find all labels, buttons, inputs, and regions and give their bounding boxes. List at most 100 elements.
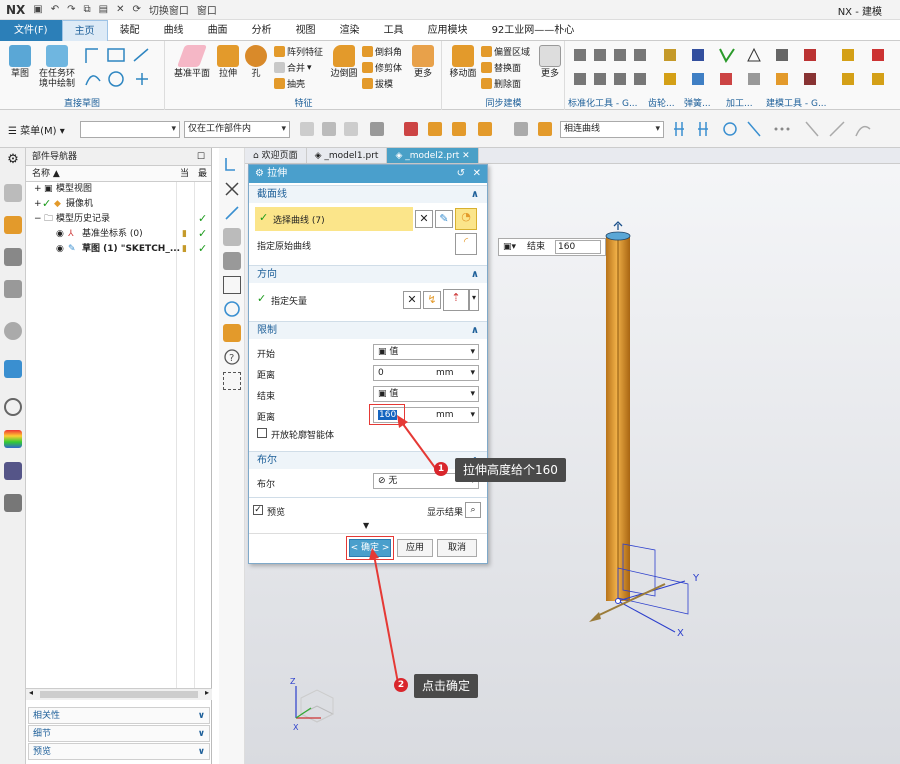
web-browser-icon[interactable] <box>4 360 22 378</box>
end-type-combo[interactable]: ▣ 值 <box>373 386 479 402</box>
body-filter-icon[interactable] <box>428 122 442 136</box>
sketch-curve-icons[interactable] <box>82 45 158 89</box>
reuse-library-icon[interactable] <box>4 280 22 298</box>
view-triad[interactable]: Z X <box>290 677 335 732</box>
open-profile-checkbox[interactable] <box>257 428 267 438</box>
show-result-button[interactable]: ⌕ <box>465 502 481 518</box>
select-curve-row[interactable]: ✓ 选择曲线 (7) <box>255 207 413 231</box>
preview-checkbox[interactable]: ✓ <box>253 505 263 515</box>
trim-body-button[interactable]: 修剪体 <box>362 61 402 74</box>
scroll-left-icon[interactable]: ◂ <box>29 688 33 697</box>
snapshot-icon[interactable] <box>223 372 241 390</box>
part-navigator-icon[interactable] <box>4 248 22 266</box>
apply-button[interactable]: 应用 <box>397 539 433 557</box>
tab-tools[interactable]: 工具 <box>372 20 416 41</box>
tree-row-history[interactable]: − 🗀 模型历史记录 ✓ <box>26 212 211 227</box>
tab-model1[interactable]: ◈ _model1.prt <box>307 148 388 163</box>
deselect-curve-button[interactable]: ✕ <box>415 210 433 228</box>
tab-curve[interactable]: 曲线 <box>152 20 196 41</box>
chamfer-button[interactable]: 倒斜角 <box>362 45 402 58</box>
offset-region-button[interactable]: 偏置区域 <box>481 45 530 58</box>
origin-curve-button[interactable]: ◜ <box>455 233 477 255</box>
curve-rule-combo[interactable]: 相连曲线 <box>560 121 664 138</box>
col-latest[interactable]: 最 <box>198 166 207 182</box>
vector-dialog-button[interactable]: ↯ <box>423 291 441 309</box>
tab-home[interactable]: 主页 <box>61 20 108 41</box>
eye-icon[interactable]: ◉ <box>56 242 64 257</box>
undo-icon[interactable]: ↶ <box>49 4 61 15</box>
type-filter-combo[interactable] <box>80 121 180 138</box>
funnel-active-icon[interactable] <box>370 122 384 136</box>
delete-icon[interactable]: ✕ <box>114 4 126 15</box>
tab-surface[interactable]: 曲面 <box>196 20 240 41</box>
delete-face-button[interactable]: 删除面 <box>481 77 521 90</box>
inferred-vector-button[interactable]: ⇡ <box>443 289 469 311</box>
extrude-button[interactable]: 拉伸 <box>214 45 242 79</box>
expand-icon[interactable]: + <box>34 197 42 212</box>
palette-icon[interactable] <box>4 430 22 448</box>
tab-model2[interactable]: ◈ _model2.prt ✕ <box>387 148 479 163</box>
history-icon[interactable] <box>4 322 22 340</box>
tree-row-model-views[interactable]: + ▣ 模型视图 <box>26 182 211 197</box>
system-scene-icon[interactable] <box>4 494 22 512</box>
section-limits-header[interactable]: 限制 <box>249 321 487 340</box>
filter2-icon[interactable] <box>322 122 336 136</box>
constraint-navigator-icon[interactable] <box>4 216 22 234</box>
gc-toolkit-icons[interactable] <box>572 47 896 93</box>
direction-arrow-icon[interactable] <box>613 221 623 230</box>
circle-icon[interactable] <box>223 300 241 318</box>
tab-welcome[interactable]: ⌂ 欢迎页面 <box>245 148 307 163</box>
more-options-icon[interactable]: ▼ <box>363 521 369 530</box>
rod-top-face[interactable] <box>605 231 631 241</box>
reset-icon[interactable]: ↺ <box>457 165 465 183</box>
check-icon[interactable]: ✓ <box>42 196 51 211</box>
tree-row-camera[interactable]: + ✓ ◆ 摄像机 <box>26 197 211 212</box>
sketch-in-task-button[interactable]: 在任务环 境中绘制 <box>36 45 78 89</box>
shape-icon[interactable] <box>223 252 241 270</box>
shell-button[interactable]: 抽壳 <box>274 77 305 90</box>
maximize-icon[interactable]: ☐ <box>197 148 205 166</box>
window-menu-button[interactable]: 窗口 <box>195 2 219 17</box>
move-face-button[interactable]: 移动面 <box>447 45 479 79</box>
tab-assembly[interactable]: 装配 <box>108 20 152 41</box>
tree-row-datum-csys[interactable]: ◉ ⅄ 基准坐标系 (0) ▮ ✓ <box>26 227 211 242</box>
curve-section-button[interactable]: ◔ <box>455 208 477 230</box>
tab-custom[interactable]: 92工业网——朴心 <box>480 20 587 41</box>
face-filter-icon[interactable] <box>452 122 466 136</box>
tab-file[interactable]: 文件(F) <box>0 20 62 41</box>
horizontal-scrollbar[interactable]: ◂ ▸ <box>26 688 212 700</box>
close-icon[interactable]: ✕ <box>459 151 470 161</box>
offset-curve-icon[interactable] <box>223 276 241 294</box>
col-name[interactable]: 名称 ▲ <box>32 166 60 182</box>
col-current[interactable]: 当 <box>180 166 189 182</box>
sketch-section-button[interactable]: ✎ <box>435 210 453 228</box>
cross-icon[interactable] <box>223 180 241 198</box>
edge-blend-button[interactable]: 边倒圆 <box>328 45 360 79</box>
settings-icon[interactable] <box>223 324 241 342</box>
redo-icon[interactable]: ↷ <box>65 4 77 15</box>
close-icon[interactable]: ✕ <box>473 165 481 183</box>
switch-window-button[interactable]: 切换窗口 <box>147 2 191 17</box>
tab-render[interactable]: 渲染 <box>328 20 372 41</box>
funnel-icon[interactable] <box>344 122 358 136</box>
snap-point-icons[interactable] <box>672 118 896 140</box>
more-sync-button[interactable]: 更多 <box>537 45 563 79</box>
tab-applications[interactable]: 应用模块 <box>416 20 480 41</box>
cancel-button[interactable]: 取消 <box>437 539 477 557</box>
tab-analysis[interactable]: 分析 <box>240 20 284 41</box>
section-direction-header[interactable]: 方向 <box>249 265 487 284</box>
scroll-thumb[interactable] <box>40 691 198 698</box>
eye-icon[interactable]: ◉ <box>56 227 64 242</box>
vector-dropdown-icon[interactable]: ▾ <box>469 289 479 311</box>
save-icon[interactable]: ▣ <box>31 4 44 15</box>
start-distance-input[interactable]: 0 mm <box>373 365 479 381</box>
assembly-navigator-icon[interactable] <box>4 184 22 202</box>
section-boolean-header[interactable]: 布尔 <box>249 451 487 470</box>
x-axis[interactable] <box>617 600 676 633</box>
sketch-button[interactable]: 草图 <box>6 45 34 79</box>
menu-button[interactable]: ☰ 菜单(M) ▾ <box>8 122 65 137</box>
datum-plane-button[interactable]: 基准平面 <box>172 45 212 79</box>
section-curve-header[interactable]: 截面线 <box>249 185 487 204</box>
pattern-feature-button[interactable]: 阵列特征 <box>274 45 323 58</box>
scroll-right-icon[interactable]: ▸ <box>205 688 209 697</box>
